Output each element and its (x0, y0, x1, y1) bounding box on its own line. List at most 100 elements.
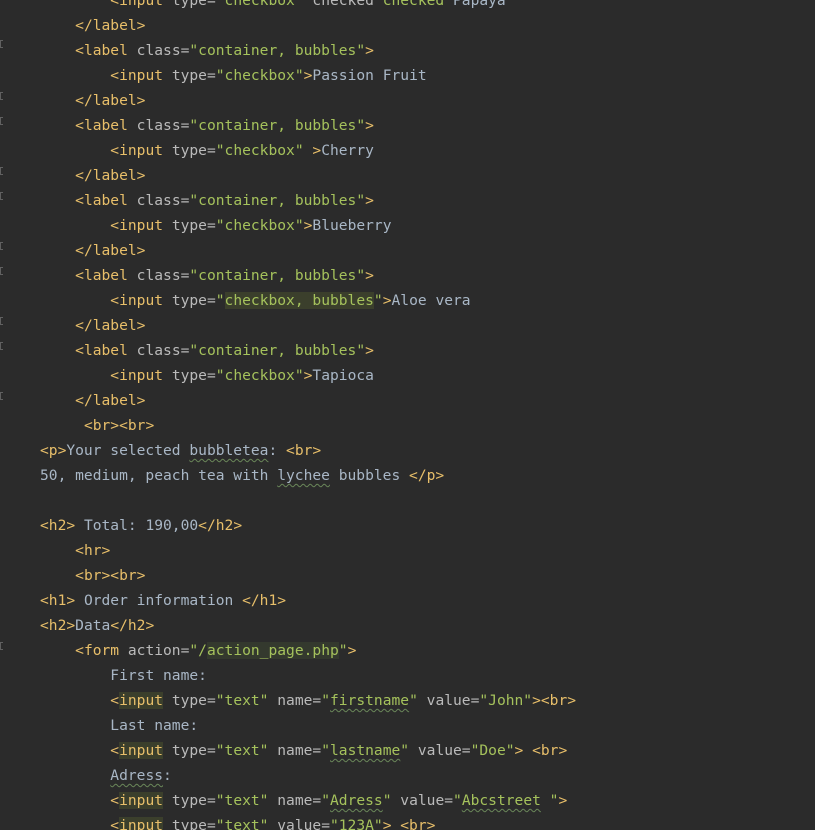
fold-marker-icon[interactable] (0, 167, 3, 175)
code-token: " (382, 792, 401, 809)
code-token: Adress (330, 792, 383, 809)
code-token: Data (75, 617, 111, 634)
code-line[interactable] (40, 488, 576, 513)
code-token: bubbletea (189, 442, 269, 459)
code-token: "123A" (329, 817, 383, 830)
code-token: > (365, 117, 374, 134)
code-line[interactable]: <h2> Total: 190,00</h2> (40, 513, 576, 538)
code-token: "container, bubbles" (189, 267, 366, 284)
code-token: type= (163, 792, 216, 809)
fold-marker-icon[interactable] (0, 40, 3, 48)
code-line[interactable]: </label> (40, 13, 576, 38)
code-token: < (110, 792, 120, 809)
code-token: <input (110, 292, 172, 309)
code-token: class= (136, 267, 190, 284)
code-line[interactable]: <input type="text" value="123A"> <br> (40, 813, 576, 830)
code-token: "text" (215, 792, 278, 809)
code-line[interactable]: <br><br> (40, 563, 576, 588)
code-token: class= (136, 42, 190, 59)
code-line[interactable]: </label> (40, 88, 576, 113)
code-token: type= (171, 0, 216, 9)
code-token: type= (171, 67, 216, 84)
code-token: <label (75, 342, 137, 359)
code-line[interactable]: <label class="container, bubbles"> (40, 38, 576, 63)
code-token: < (110, 692, 120, 709)
fold-marker-icon[interactable] (0, 392, 3, 400)
code-line[interactable]: <hr> (40, 538, 576, 563)
code-token: Blueberry (312, 217, 392, 234)
code-line[interactable]: <br><br> (40, 413, 576, 438)
code-line[interactable]: Adress: (40, 763, 576, 788)
code-token: "container, bubbles" (189, 192, 366, 209)
fold-marker-icon[interactable] (0, 317, 3, 325)
code-token: checked (312, 0, 383, 9)
code-token: <h2> (40, 517, 76, 534)
code-token: <input (110, 0, 172, 9)
code-token: type= (163, 742, 216, 759)
code-line[interactable]: <input type="text" name="lastname" value… (40, 738, 576, 763)
code-token: <br><br> (83, 417, 155, 434)
code-token: " (540, 792, 559, 809)
code-line[interactable]: <form action="/action_page.php"> (40, 638, 576, 663)
code-token: <input (110, 367, 172, 384)
code-line[interactable]: <input type="checkbox">Blueberry (40, 213, 576, 238)
fold-marker-icon[interactable] (0, 192, 3, 200)
code-line[interactable]: <p>Your selected bubbletea: <br> (40, 438, 576, 463)
code-line[interactable]: <label class="container, bubbles"> (40, 113, 576, 138)
fold-marker-icon[interactable] (0, 117, 3, 125)
code-token: Abcstreet (461, 792, 541, 809)
code-token: " (321, 742, 330, 759)
code-token: input (119, 692, 164, 709)
code-token: <form (75, 642, 128, 659)
code-token: name= (277, 792, 322, 809)
fold-marker-icon[interactable] (0, 267, 3, 275)
code-token: input (119, 817, 164, 830)
code-line[interactable]: </label> (40, 163, 576, 188)
code-line[interactable]: <h1> Order information </h1> (40, 588, 576, 613)
code-token: "Doe" (470, 742, 515, 759)
code-token: " (215, 292, 225, 309)
code-token: lychee (277, 467, 330, 484)
fold-marker-icon[interactable] (0, 642, 3, 650)
code-line[interactable]: </label> (40, 313, 576, 338)
code-token: type= (171, 217, 216, 234)
code-line[interactable]: <input type="text" name="Adress" value="… (40, 788, 576, 813)
code-token: First name: (110, 667, 207, 684)
code-line[interactable]: <input type="checkbox">Tapioca (40, 363, 576, 388)
code-line[interactable]: <h2>Data</h2> (40, 613, 576, 638)
code-token: <p> (40, 442, 67, 459)
code-line[interactable]: <label class="container, bubbles"> (40, 188, 576, 213)
fold-marker-icon[interactable] (0, 342, 3, 350)
code-token: name= (277, 742, 322, 759)
code-editor[interactable]: <input type="checkbox" checked checked P… (0, 0, 815, 830)
fold-marker-icon[interactable] (0, 242, 3, 250)
code-line[interactable]: </label> (40, 388, 576, 413)
code-line[interactable]: <input type="checkbox" >Cherry (40, 138, 576, 163)
code-line[interactable]: First name: (40, 663, 576, 688)
code-line[interactable]: </label> (40, 238, 576, 263)
code-token: <input (110, 217, 172, 234)
code-line[interactable]: <input type="checkbox, bubbles">Aloe ver… (40, 288, 576, 313)
fold-marker-icon[interactable] (0, 92, 3, 100)
code-line[interactable]: <label class="container, bubbles"> (40, 263, 576, 288)
code-line[interactable]: <input type="checkbox">Passion Fruit (40, 63, 576, 88)
code-line[interactable]: <label class="container, bubbles"> (40, 338, 576, 363)
code-token: "checkbox" (215, 0, 313, 9)
code-line[interactable]: <input type="checkbox" checked checked P… (40, 0, 576, 13)
code-lines[interactable]: <input type="checkbox" checked checked P… (40, 0, 576, 830)
code-token: <hr> (75, 542, 111, 559)
code-token: Aloe vera (391, 292, 471, 309)
code-line[interactable]: <input type="text" name="firstname" valu… (40, 688, 576, 713)
code-line[interactable]: Last name: (40, 713, 576, 738)
code-token: < (110, 817, 120, 830)
code-line[interactable]: 50, medium, peach tea with lychee bubble… (40, 463, 576, 488)
